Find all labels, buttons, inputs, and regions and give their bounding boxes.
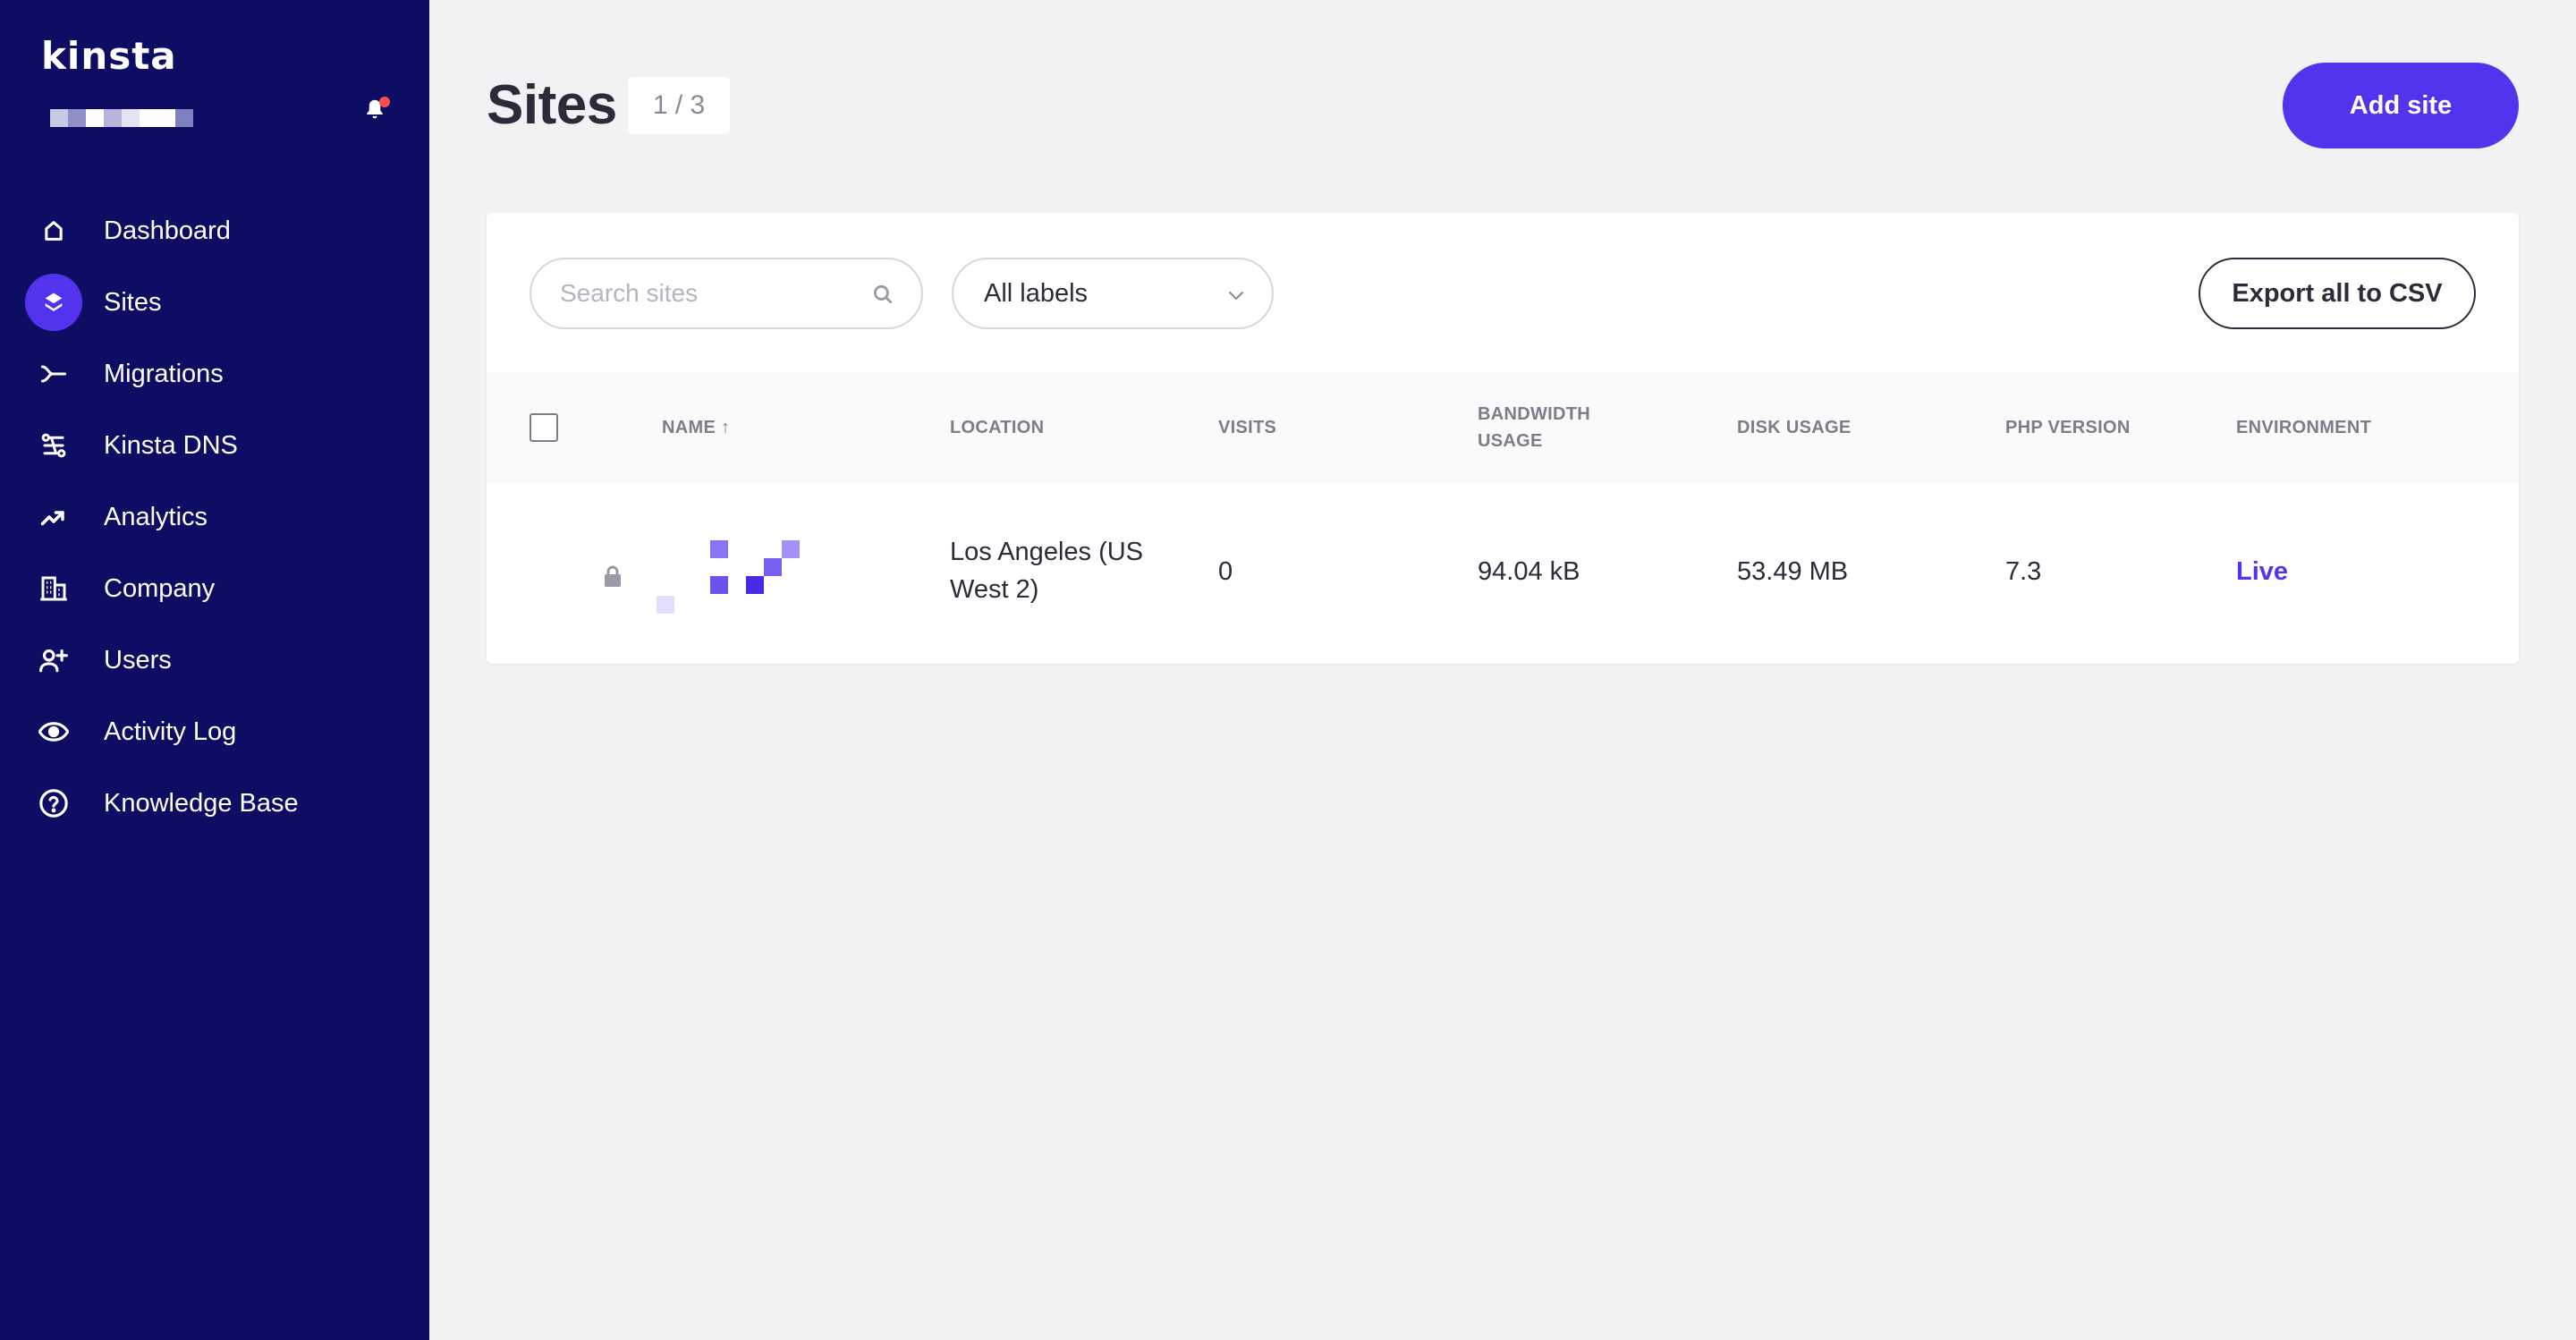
user-plus-icon (25, 632, 82, 689)
column-header-environment[interactable]: ENVIRONMENT (2236, 414, 2371, 441)
column-header-bandwidth[interactable]: BANDWIDTH USAGE (1478, 401, 1590, 454)
migrations-icon (25, 345, 82, 403)
table-row[interactable]: Los Angeles (US West 2) 0 94.04 kB 53.49… (487, 483, 2519, 664)
column-header-location[interactable]: LOCATION (950, 414, 1044, 441)
labels-filter-value: All labels (984, 278, 1089, 308)
search-input[interactable] (560, 279, 864, 308)
sidebar-item-label: Migrations (104, 359, 224, 388)
dns-icon (25, 417, 82, 474)
eye-icon (25, 703, 82, 760)
chevron-down-icon (1229, 292, 1243, 301)
trending-up-icon (25, 488, 82, 546)
sidebar-item-label: Kinsta DNS (104, 430, 238, 460)
sidebar-item-analytics[interactable]: Analytics (25, 481, 419, 553)
account-name-redacted[interactable] (50, 109, 193, 127)
sidebar-item-label: Activity Log (104, 717, 237, 746)
sites-card: All labels Export all to CSV NAME ↑ LOCA… (487, 213, 2519, 664)
search-field[interactable] (530, 258, 923, 329)
cell-location-line1: Los Angeles (US (950, 538, 1144, 566)
sidebar-item-label: Analytics (104, 502, 208, 531)
sidebar-item-label: Dashboard (104, 216, 231, 245)
sidebar-item-label: Users (104, 645, 172, 674)
column-header-name[interactable]: NAME ↑ (662, 414, 730, 441)
sidebar-item-kinsta-dns[interactable]: Kinsta DNS (25, 410, 419, 481)
labels-filter-select[interactable]: All labels (952, 258, 1274, 329)
column-header-php-version[interactable]: PHP VERSION (2005, 414, 2131, 441)
sidebar-item-label: Sites (104, 287, 162, 317)
sidebar: kinsta Dashboard Sites Migrations Kinsta… (0, 0, 429, 1340)
site-name-redacted[interactable] (657, 539, 818, 624)
select-all-checkbox[interactable] (530, 413, 558, 442)
sidebar-item-company[interactable]: Company (25, 553, 419, 624)
kinsta-logo[interactable]: kinsta (41, 34, 177, 78)
add-site-button[interactable]: Add site (2283, 63, 2519, 148)
cell-disk-usage: 53.49 MB (1737, 557, 1849, 586)
cell-location-line2: West 2) (950, 575, 1039, 604)
layers-icon (25, 274, 82, 331)
site-counter: 1 / 3 (628, 77, 730, 134)
help-circle-icon (25, 775, 82, 832)
cell-visits: 0 (1218, 557, 1233, 586)
column-header-bandwidth-line1: BANDWIDTH (1478, 404, 1591, 424)
sidebar-item-label: Company (104, 573, 216, 603)
sidebar-item-label: Knowledge Base (104, 788, 299, 818)
home-icon (25, 202, 82, 259)
column-header-bandwidth-line2: USAGE (1478, 431, 1543, 451)
table-header: NAME ↑ LOCATION VISITS BANDWIDTH USAGE D… (487, 372, 2519, 483)
sidebar-item-knowledge-base[interactable]: Knowledge Base (25, 768, 419, 839)
app-root: kinsta Dashboard Sites Migrations Kinsta… (0, 0, 2576, 1340)
search-icon[interactable] (871, 283, 894, 306)
notification-dot (379, 97, 390, 107)
sidebar-item-migrations[interactable]: Migrations (25, 338, 419, 410)
sidebar-item-users[interactable]: Users (25, 624, 419, 696)
environment-live-link[interactable]: Live (2236, 553, 2288, 590)
sidebar-item-sites[interactable]: Sites (25, 267, 419, 338)
sidebar-item-activity-log[interactable]: Activity Log (25, 696, 419, 768)
sidebar-nav: Dashboard Sites Migrations Kinsta DNS An… (25, 195, 419, 839)
lock-icon (605, 565, 621, 587)
cell-bandwidth: 94.04 kB (1478, 557, 1580, 586)
building-icon (25, 560, 82, 617)
page-title: Sites (487, 74, 617, 136)
cell-location: Los Angeles (US West 2) (950, 533, 1143, 608)
column-header-disk-usage[interactable]: DISK USAGE (1737, 414, 1851, 441)
sidebar-item-dashboard[interactable]: Dashboard (25, 195, 419, 267)
cell-php-version: 7.3 (2005, 557, 2042, 586)
export-csv-button[interactable]: Export all to CSV (2199, 258, 2476, 329)
column-header-visits[interactable]: VISITS (1218, 414, 1276, 441)
